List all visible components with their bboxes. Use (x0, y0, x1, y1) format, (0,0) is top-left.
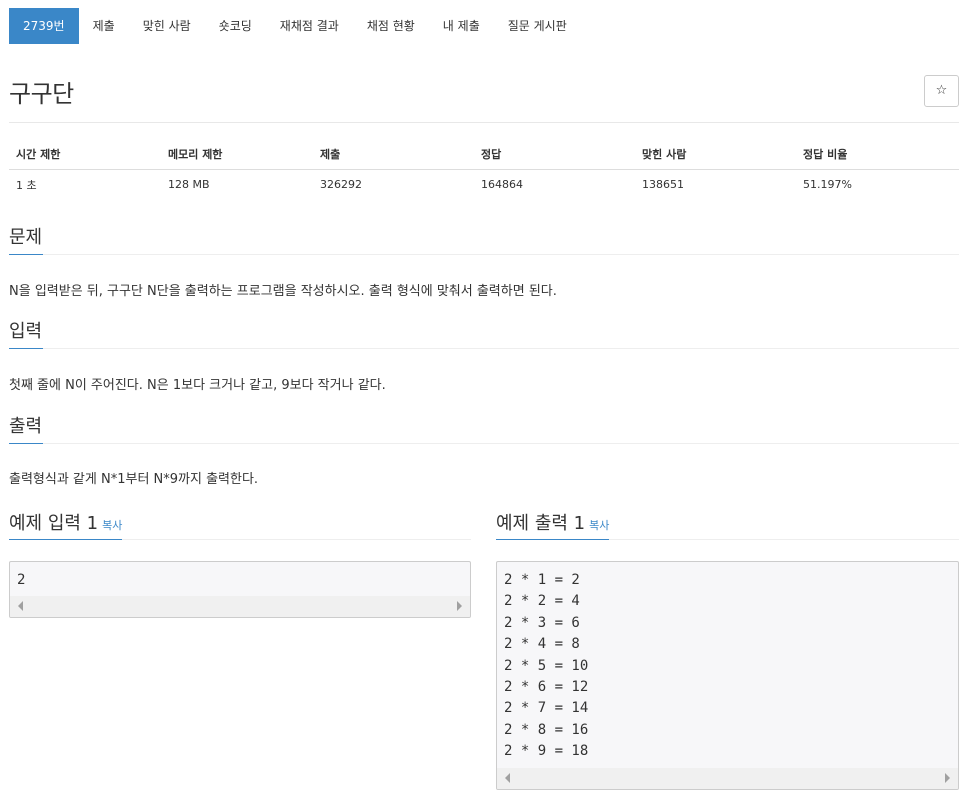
tab-rejudge-results[interactable]: 재채점 결과 (266, 8, 353, 44)
sample-input-box: 2 (9, 561, 471, 618)
scroll-right-arrow-icon[interactable] (457, 601, 462, 611)
tab-status[interactable]: 채점 현황 (353, 8, 429, 44)
sample-output-heading: 예제 출력 1 (496, 513, 586, 534)
header-accepted: 정답 (474, 140, 635, 170)
sample-output-scrollbar[interactable] (497, 768, 958, 789)
problem-description: N을 입력받은 뒤, 구구단 N단을 출력하는 프로그램을 작성하시오. 출력 … (9, 284, 557, 299)
scroll-right-arrow-icon[interactable] (945, 773, 950, 783)
tab-short-coding[interactable]: 숏코딩 (205, 8, 266, 44)
scroll-left-arrow-icon[interactable] (18, 601, 23, 611)
header-memory-limit: 메모리 제한 (161, 140, 313, 170)
problem-info-table: 시간 제한 메모리 제한 제출 정답 맞힌 사람 정답 비율 1 초 128 M… (9, 140, 959, 200)
output-heading: 출력 (9, 416, 44, 444)
value-time-limit: 1 초 (16, 178, 37, 192)
star-button[interactable]: ☆ (924, 75, 959, 107)
input-description: 첫째 줄에 N이 주어진다. N은 1보다 크거나 같고, 9보다 작거나 같다… (9, 378, 386, 393)
sample-output-head: 예제 출력 1 복사 (496, 509, 959, 540)
sample-input-head: 예제 입력 1 복사 (9, 509, 471, 540)
problem-tabs: 2739번 제출 맞힌 사람 숏코딩 재채점 결과 채점 현황 내 제출 질문 … (9, 8, 581, 44)
sample-input-code: 2 (17, 572, 26, 588)
table-row: 1 초 128 MB 326292 164864 138651 51.197% (9, 169, 959, 200)
header-submissions: 제출 (313, 140, 474, 170)
value-accept-ratio: 51.197% (803, 178, 852, 192)
scroll-left-arrow-icon[interactable] (505, 773, 510, 783)
input-heading: 입력 (9, 321, 44, 349)
tab-submit[interactable]: 제출 (79, 8, 129, 44)
tab-my-submissions[interactable]: 내 제출 (429, 8, 494, 44)
problem-heading: 문제 (9, 227, 44, 255)
title-divider (9, 122, 959, 123)
problem-section-head: 문제 (9, 227, 959, 255)
tab-problem-number[interactable]: 2739번 (9, 8, 79, 44)
sample-output-code: 2 * 1 = 2 2 * 2 = 4 2 * 3 = 6 2 * 4 = 8 … (504, 572, 589, 760)
output-description: 출력형식과 같게 N*1부터 N*9까지 출력한다. (9, 472, 259, 487)
sample-input-title: 예제 입력 1 복사 (9, 509, 123, 540)
star-icon: ☆ (935, 83, 948, 98)
value-solved-users: 138651 (642, 178, 684, 192)
header-solved-users: 맞힌 사람 (635, 140, 796, 170)
value-memory-limit: 128 MB (168, 178, 210, 192)
table-header-row: 시간 제한 메모리 제한 제출 정답 맞힌 사람 정답 비율 (9, 140, 959, 170)
value-submissions: 326292 (320, 178, 362, 192)
page-title: 구구단 (9, 80, 74, 108)
output-section-head: 출력 (9, 416, 959, 444)
tab-question-board[interactable]: 질문 게시판 (494, 8, 581, 44)
input-section-head: 입력 (9, 321, 959, 349)
sample-input-scrollbar[interactable] (10, 596, 470, 617)
sample-output-box: 2 * 1 = 2 2 * 2 = 4 2 * 3 = 6 2 * 4 = 8 … (496, 561, 959, 790)
value-accepted: 164864 (481, 178, 523, 192)
copy-sample-input-link[interactable]: 복사 (102, 519, 122, 532)
sample-output-title: 예제 출력 1 복사 (496, 509, 610, 540)
copy-sample-output-link[interactable]: 복사 (589, 519, 609, 532)
header-accept-ratio: 정답 비율 (796, 140, 959, 170)
tab-solved-users[interactable]: 맞힌 사람 (129, 8, 205, 44)
header-time-limit: 시간 제한 (9, 140, 161, 170)
sample-input-heading: 예제 입력 1 (9, 513, 99, 534)
